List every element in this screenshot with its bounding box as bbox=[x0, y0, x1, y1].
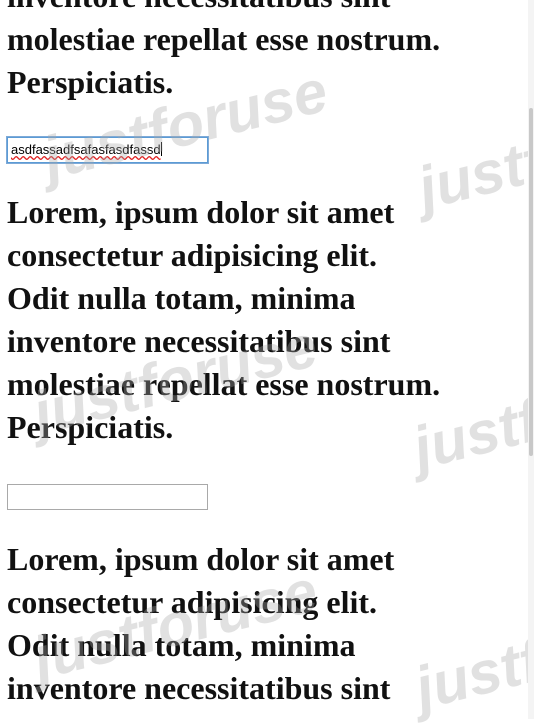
text-input-1[interactable] bbox=[7, 137, 208, 163]
text-paragraph-middle: Lorem, ipsum dolor sit amet consectetur … bbox=[7, 194, 441, 445]
text-paragraph-top: inventore necessitatibus sint molestiae … bbox=[7, 0, 441, 100]
page-viewport: inventore necessitatibus sint molestiae … bbox=[0, 0, 528, 719]
vertical-scrollbar[interactable] bbox=[528, 0, 534, 719]
text-input-2[interactable] bbox=[7, 484, 208, 510]
page-content: inventore necessitatibus sint molestiae … bbox=[7, 0, 522, 710]
text-input-1-wrapper[interactable]: asdfassadfsafasfasdfassd bbox=[7, 137, 208, 163]
scrollbar-thumb[interactable] bbox=[529, 108, 533, 456]
text-input-2-wrapper[interactable] bbox=[7, 484, 208, 510]
text-paragraph-bottom: Lorem, ipsum dolor sit amet consectetur … bbox=[7, 541, 395, 706]
